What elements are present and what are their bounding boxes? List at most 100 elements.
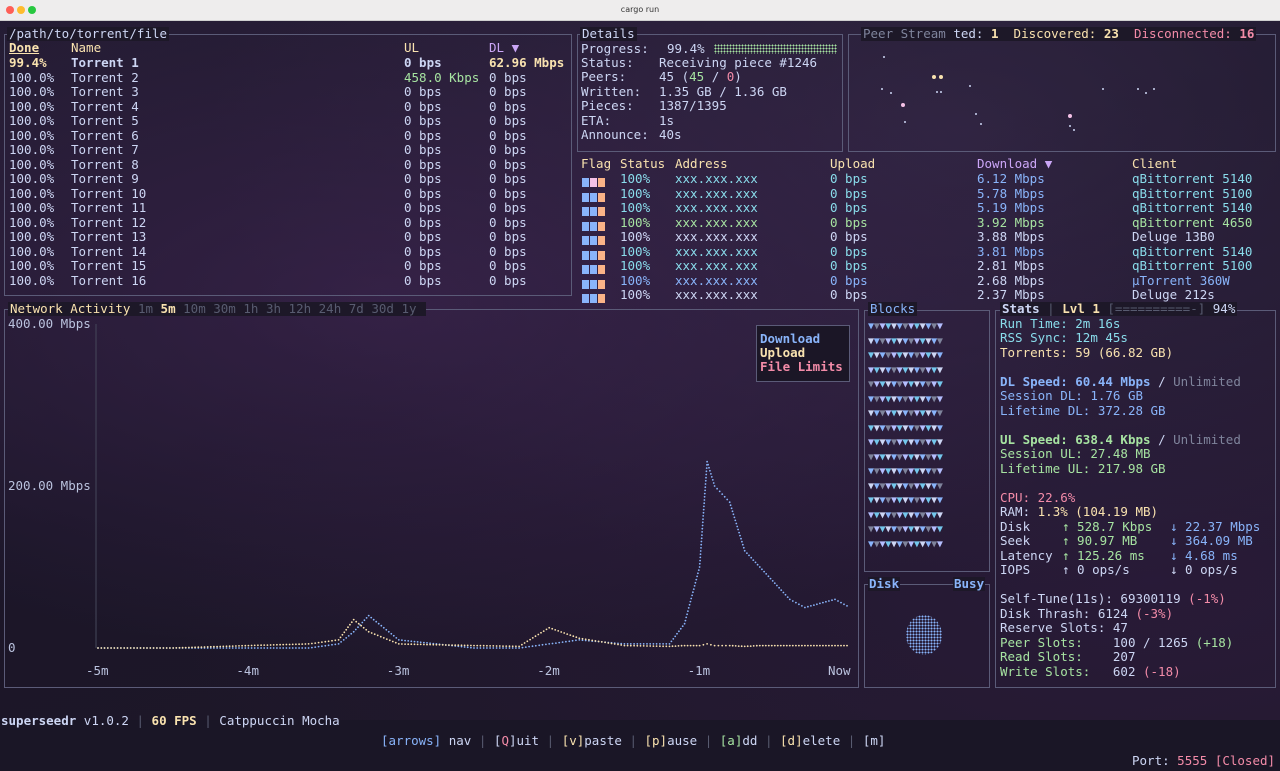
- data-point-download: [700, 540, 703, 543]
- data-point-download: [828, 600, 830, 602]
- torrent-cell-done: 100.0%: [9, 243, 55, 259]
- data-point-download: [700, 537, 703, 540]
- data-point-upload: [327, 640, 330, 643]
- peer-cell-address: xxx.xxx.xxx: [675, 214, 758, 230]
- seek-down: ↓ 364.09 MB: [1170, 533, 1253, 548]
- data-point-download: [778, 586, 780, 589]
- data-point-download: [746, 552, 748, 554]
- rss-sync: RSS Sync: 12m 45s: [1000, 330, 1128, 345]
- peers-col-address[interactable]: Address: [675, 157, 728, 171]
- data-point-download: [652, 643, 655, 645]
- data-point-download: [531, 645, 534, 648]
- peer-cell-client: qBittorrent 5100: [1132, 185, 1253, 201]
- data-point-upload: [659, 645, 661, 648]
- pieces-value: 1387/1395: [659, 98, 727, 113]
- data-point-download: [819, 602, 821, 605]
- peer-cell-upload: 0 bps: [830, 258, 868, 273]
- key-add[interactable]: [a]: [720, 733, 743, 748]
- data-point-download: [676, 632, 678, 635]
- blocks-row: ▼▼▼▼▼▼▼▼▼▼▼▼▼: [868, 364, 988, 379]
- data-point-upload: [113, 647, 116, 649]
- blocks-title: Blocks: [868, 301, 918, 316]
- column-header-ul[interactable]: UL: [404, 41, 419, 55]
- data-point-download: [788, 598, 791, 601]
- block-cell: ▼: [936, 364, 943, 376]
- key-quit[interactable]: Q: [501, 733, 509, 748]
- data-point-download: [385, 628, 388, 631]
- data-point-upload: [642, 645, 645, 647]
- torrent-cell-done: 100.0%: [9, 185, 55, 201]
- data-point-upload: [241, 644, 244, 647]
- peers-col-download[interactable]: Download ▼: [977, 157, 1052, 171]
- data-point-download: [629, 643, 632, 645]
- data-point-download: [466, 646, 469, 649]
- torrent-cell-dl: 0 bps: [489, 113, 527, 128]
- x-tick-label: -2m: [537, 663, 560, 678]
- data-point-upload: [551, 627, 554, 630]
- data-point-download: [761, 568, 763, 571]
- blocks-row: ▼▼▼▼▼▼▼▼▼▼▼▼▼: [868, 523, 988, 538]
- peers-col-upload[interactable]: Upload: [830, 157, 875, 171]
- data-point-upload: [710, 643, 712, 646]
- torrent-cell-done: 100.0%: [9, 156, 55, 172]
- disk-thrash: Disk Thrash: 6124 (-3%): [1000, 606, 1174, 621]
- data-point-upload: [515, 645, 517, 648]
- torrent-cell-done: 100.0%: [9, 272, 55, 288]
- peer-cell-client: qBittorrent 5140: [1132, 243, 1253, 259]
- key-paste[interactable]: [v]: [562, 733, 585, 748]
- data-point-download: [276, 647, 278, 649]
- data-point-upload: [382, 637, 385, 639]
- peer-cell-status: 100%: [620, 258, 651, 273]
- data-point-upload: [228, 645, 231, 648]
- peer-dot: [939, 75, 943, 79]
- data-point-download: [314, 646, 317, 648]
- column-header-done[interactable]: Done: [9, 41, 39, 55]
- data-point-upload: [288, 643, 291, 646]
- peer-dot: [901, 103, 905, 107]
- data-point-download: [689, 600, 692, 603]
- data-point-upload: [448, 644, 450, 646]
- data-point-upload: [355, 620, 358, 623]
- key-delete[interactable]: [d]: [780, 733, 803, 748]
- data-point-upload: [476, 644, 479, 647]
- data-point-download: [698, 566, 701, 568]
- data-point-upload: [629, 644, 632, 647]
- data-point-download: [723, 495, 726, 498]
- data-point-download: [407, 640, 410, 642]
- key-pause[interactable]: [p]: [645, 733, 668, 748]
- key-menu[interactable]: [m]: [863, 733, 886, 748]
- data-point-download: [244, 647, 247, 649]
- peers-col-flag[interactable]: Flag: [581, 157, 611, 171]
- data-point-upload: [804, 644, 806, 647]
- torrent-cell-done: 99.4%: [9, 55, 47, 70]
- data-point-download: [558, 641, 561, 644]
- key-arrows[interactable]: [arrows]: [381, 733, 441, 748]
- blocks-row: ▼▼▼▼▼▼▼▼▼▼▼▼▼: [868, 378, 988, 393]
- data-point-download: [231, 647, 234, 649]
- peers-col-status[interactable]: Status: [620, 157, 665, 171]
- data-point-upload: [698, 644, 701, 647]
- column-header-name[interactable]: Name: [71, 41, 101, 55]
- column-header-dl[interactable]: DL ▼: [489, 41, 519, 55]
- data-point-upload: [376, 634, 379, 637]
- data-point-download: [697, 569, 700, 571]
- data-point-upload: [828, 644, 830, 647]
- data-point-download: [419, 641, 422, 644]
- data-point-upload: [391, 640, 394, 643]
- data-point-download: [804, 606, 806, 609]
- data-point-download: [699, 553, 702, 556]
- data-point-upload: [526, 640, 529, 643]
- data-point-upload: [717, 644, 720, 647]
- data-point-download: [241, 647, 244, 649]
- peers-col-client[interactable]: Client: [1132, 157, 1177, 171]
- peer-stream-header: Peer Stream ted: 1 Discovered: 23 Discon…: [861, 26, 1257, 41]
- data-point-upload: [257, 644, 259, 647]
- torrent-cell-ul: 0 bps: [404, 229, 442, 244]
- peer-cell-status: 100%: [620, 214, 651, 230]
- torrent-cell-ul: 0 bps: [404, 55, 442, 70]
- data-point-upload: [197, 646, 200, 649]
- peer-cell-client: qBittorrent 5140: [1132, 200, 1253, 215]
- data-point-upload: [572, 635, 575, 638]
- data-point-upload: [169, 647, 171, 649]
- data-point-download: [822, 601, 824, 604]
